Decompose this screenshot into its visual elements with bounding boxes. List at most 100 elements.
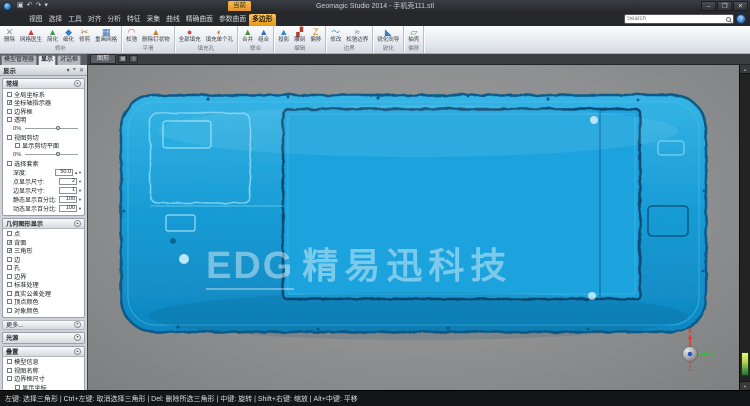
phone-shell-model[interactable] — [118, 91, 740, 363]
checkbox[interactable] — [7, 291, 12, 296]
menu-tab[interactable]: 特征 — [124, 14, 144, 26]
chevron-down-icon[interactable]: ▼ — [78, 188, 82, 193]
checkbox-row[interactable]: 标准处理 — [5, 281, 82, 290]
checkbox[interactable] — [7, 376, 12, 381]
dropdown-value[interactable]: 100 — [59, 205, 77, 212]
ribbon-button[interactable]: ≈ 松弛边界 — [344, 27, 370, 43]
collapse-icon[interactable]: ▲ — [74, 80, 81, 87]
section-geometry-header[interactable]: 几何图形显示 ▲ — [3, 219, 84, 229]
chevron-down-icon[interactable]: ▼ — [78, 197, 82, 202]
section-light-header[interactable]: 光源 ▼ — [3, 333, 84, 343]
ribbon-button[interactable]: 〜 修改 — [328, 27, 343, 43]
menu-tab[interactable]: 精确曲面 — [183, 14, 216, 26]
slider-thumb[interactable] — [56, 152, 60, 156]
checkbox-row[interactable]: 对象颜色 — [5, 306, 82, 315]
checkbox-row[interactable]: 显示剪切平面 — [5, 142, 82, 151]
checkbox[interactable] — [7, 231, 12, 236]
checkbox[interactable] — [7, 100, 12, 105]
ribbon-button[interactable]: ▲ 网格医生 — [18, 27, 44, 43]
spinner-icon[interactable]: ▲▼ — [74, 170, 82, 175]
ribbon-button[interactable]: ▱ 抽壳 — [406, 27, 421, 43]
scroll-down-icon[interactable]: ▼ — [740, 381, 750, 390]
section-overlay-header[interactable]: 叠置 ▲ — [3, 347, 84, 357]
chevron-down-icon[interactable]: ▼ — [78, 179, 82, 184]
ribbon-button[interactable]: ▲ 删除钉状物 — [140, 27, 172, 43]
geomagic-logo-icon[interactable] — [3, 2, 12, 11]
checkbox-row[interactable]: 坐标轴指示器 — [5, 99, 82, 108]
viewport-scrollbar[interactable]: ▲ ▼ — [739, 65, 750, 390]
panel-menu-icon[interactable]: ▾ — [67, 67, 70, 74]
checkbox[interactable] — [7, 240, 12, 245]
panel-close-icon[interactable]: ✕ — [79, 67, 84, 74]
checkbox[interactable] — [15, 143, 20, 148]
checkbox-row[interactable]: 背面 — [5, 238, 82, 247]
ribbon-button[interactable]: ▞ 雕刻 — [292, 27, 307, 43]
checkbox-row[interactable]: 透明 — [5, 116, 82, 125]
help-icon[interactable]: ? — [736, 14, 746, 24]
checkbox[interactable] — [7, 92, 12, 97]
checkbox[interactable] — [7, 308, 12, 313]
checkbox[interactable] — [7, 117, 12, 122]
ribbon-button[interactable]: ✂ 修剪 — [77, 27, 92, 43]
qat-dropdown-icon[interactable]: ▾ — [44, 1, 48, 11]
close-button[interactable]: ✕ — [733, 1, 748, 11]
sidebar-tab[interactable]: 显示 — [38, 55, 56, 65]
menu-tab[interactable]: 采集 — [144, 14, 164, 26]
chevron-down-icon[interactable]: ▼ — [78, 206, 82, 211]
checkbox[interactable] — [7, 282, 12, 287]
checkbox-row[interactable]: 视图名称 — [5, 366, 82, 375]
slider-thumb[interactable] — [56, 126, 60, 130]
viewport-tab-graphics[interactable]: 图形 — [90, 54, 116, 64]
dropdown-value[interactable]: 1 — [59, 187, 77, 194]
checkbox[interactable] — [7, 265, 12, 270]
redo-icon[interactable]: ↷ — [36, 1, 42, 11]
ribbon-button[interactable]: ◐ 填充单个孔 — [204, 27, 236, 43]
checkbox[interactable] — [7, 359, 12, 364]
checkbox-row[interactable]: 模型信息 — [5, 358, 82, 367]
search-icon[interactable] — [726, 17, 731, 22]
menu-tab[interactable]: 对齐 — [85, 14, 105, 26]
lod-slider-thumb[interactable] — [741, 352, 749, 376]
checkbox-row[interactable]: 顶点颜色 — [5, 298, 82, 307]
search-box[interactable] — [624, 14, 734, 24]
ribbon-button[interactable]: ▲ 投影 — [276, 27, 291, 43]
ribbon-button[interactable]: ✕ 删除 — [2, 27, 17, 43]
save-icon[interactable]: ▣ — [17, 1, 24, 11]
pin-icon[interactable]: ⌖ — [73, 67, 76, 74]
menu-tab[interactable]: 曲线 — [163, 14, 183, 26]
checkbox[interactable] — [7, 161, 12, 166]
sidebar-tab[interactable]: 模型管理器 — [1, 55, 37, 65]
minimize-button[interactable]: – — [701, 1, 716, 11]
collapse-icon[interactable]: ▲ — [74, 220, 81, 227]
checkbox-row[interactable]: 真实公差处理 — [5, 289, 82, 298]
menu-tab[interactable]: 工具 — [65, 14, 85, 26]
checkbox-row[interactable]: 显示坐标 — [5, 383, 82, 390]
checkbox[interactable] — [7, 109, 12, 114]
checkbox-row[interactable]: 边 — [5, 255, 82, 264]
dropdown-value[interactable]: 100 — [59, 196, 77, 203]
dropdown-value[interactable]: 2 — [59, 178, 77, 185]
depth-input[interactable]: 50.0 — [55, 169, 73, 176]
ribbon-button[interactable]: ▲ 组合 — [256, 27, 271, 43]
checkbox[interactable] — [7, 135, 12, 140]
clip-slider[interactable] — [25, 154, 78, 155]
checkbox-row[interactable]: 点 — [5, 230, 82, 239]
ribbon-button[interactable]: ◣ 锐化向导 — [375, 27, 401, 43]
transparency-slider[interactable] — [25, 128, 78, 129]
search-input[interactable] — [627, 16, 726, 22]
checkbox[interactable] — [7, 299, 12, 304]
checkbox-row[interactable]: 视图剪切 — [5, 133, 82, 142]
checkbox-row[interactable]: 全局坐标系 — [5, 90, 82, 99]
expand-icon[interactable]: ▼ — [74, 321, 81, 328]
mesh-view-icon[interactable]: ▦ — [118, 55, 127, 63]
checkbox-row[interactable]: 边界框尺寸 — [5, 375, 82, 384]
ribbon-button[interactable]: ▲ 简化 — [45, 27, 60, 43]
3d-canvas[interactable]: EDG 精易迅科技 X Y — [88, 65, 750, 390]
checkbox-row[interactable]: 边界框 — [5, 107, 82, 116]
section-general-header[interactable]: 常规 ▲ — [3, 79, 84, 89]
ribbon-button[interactable]: ▲ 合并 — [240, 27, 255, 43]
ribbon-button[interactable]: ◠ 松弛 — [124, 27, 139, 43]
checkbox-row[interactable]: 选择套索 — [5, 159, 82, 168]
maximize-button[interactable]: ❐ — [717, 1, 732, 11]
ribbon-button[interactable]: ▦ 重画网格 — [93, 27, 119, 43]
